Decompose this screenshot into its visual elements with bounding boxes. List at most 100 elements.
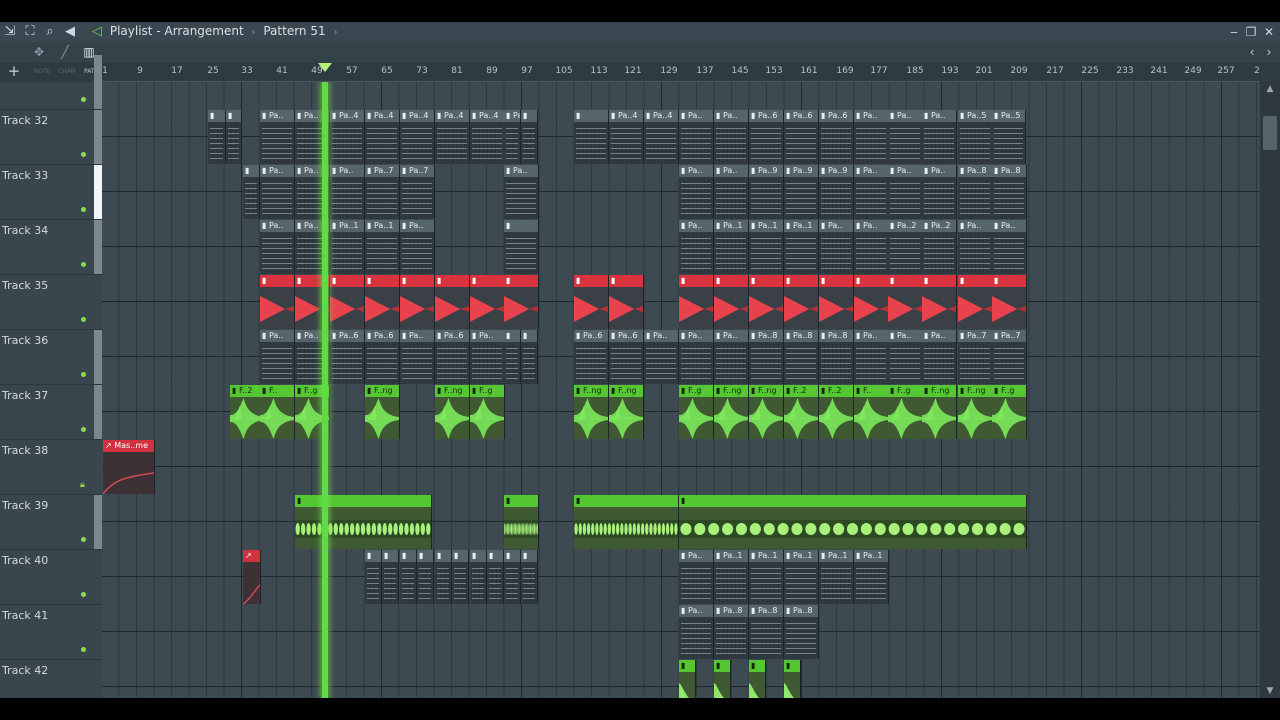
audio-clip[interactable]: ▮ xyxy=(749,660,766,698)
pattern-clip[interactable]: ▮ Pa..8 xyxy=(784,330,819,384)
pattern-clip[interactable]: ▮ Pa.. xyxy=(504,165,539,219)
play-icon[interactable]: ◁ xyxy=(92,24,102,39)
pattern-clip[interactable]: ▮ Pa..6 xyxy=(330,330,365,384)
scroll-up-icon[interactable]: ▲ xyxy=(1260,82,1280,96)
audio-clip[interactable]: ▮ F..g xyxy=(470,385,505,439)
audio-clip[interactable]: ▮ F..ng xyxy=(609,385,644,439)
timeline-ruler[interactable]: 1 9 17 25 33 41 49 57 65 73 81 89 97 105 113 121 129 137 1… xyxy=(102,62,1260,82)
pattern-clip[interactable]: ▮ Pa.. xyxy=(644,330,679,384)
pattern-clip[interactable]: ▮ Pa.. xyxy=(470,330,505,384)
track-header[interactable]: Track 41 xyxy=(0,605,102,660)
track-mute-led[interactable] xyxy=(81,537,86,542)
audio-clip[interactable]: ▮ xyxy=(714,275,749,329)
pattern-clip[interactable]: ▮ Pa.. xyxy=(714,165,749,219)
pattern-clip[interactable]: ▮ Pa.. xyxy=(679,330,714,384)
pattern-clip[interactable]: ▮ xyxy=(504,330,521,384)
pattern-clip[interactable]: ▮ Pa..6 xyxy=(365,330,400,384)
pattern-clip[interactable]: ▮ Pa..1 xyxy=(365,220,400,274)
audio-clip[interactable]: ▮ F..ng xyxy=(435,385,470,439)
audio-clip[interactable]: ▮ xyxy=(679,660,696,698)
pattern-clip[interactable]: ▮ Pa..8 xyxy=(749,330,784,384)
audio-clip[interactable]: ▮ xyxy=(888,275,923,329)
pattern-clip[interactable]: ▮ Pa..9 xyxy=(784,165,819,219)
audio-clip[interactable]: ▮ xyxy=(260,275,295,329)
pattern-clip[interactable]: ▮ Pa..8 xyxy=(992,165,1027,219)
audio-clip[interactable]: ▮ xyxy=(470,275,505,329)
pattern-clip[interactable]: ▮ Pa.. xyxy=(854,330,889,384)
pattern-clip[interactable]: ▮ Pa..2 xyxy=(922,220,957,274)
audio-clip[interactable]: ▮ xyxy=(714,660,731,698)
audio-clip[interactable]: ▮ xyxy=(504,275,539,329)
pattern-clip[interactable]: ▮ Pa..6 xyxy=(819,110,854,164)
playhead-marker[interactable] xyxy=(318,63,332,72)
pattern-clip[interactable]: ▮ Pa.. xyxy=(330,165,365,219)
track-mute-led[interactable] xyxy=(81,647,86,652)
track-header[interactable]: Track 34 xyxy=(0,220,102,275)
pattern-clip[interactable]: ▮ Pa..4 xyxy=(644,110,679,164)
pattern-clip[interactable]: ▮ xyxy=(417,550,434,604)
track-name[interactable]: Track 38 xyxy=(2,444,48,457)
pattern-clip[interactable]: ▮ Pa.. xyxy=(854,110,889,164)
track-mute-led[interactable] xyxy=(81,207,86,212)
track-level[interactable] xyxy=(94,110,102,164)
track-name[interactable]: Track 32 xyxy=(2,114,48,127)
pattern-clip[interactable]: ▮ Pa..1 xyxy=(784,220,819,274)
pattern-clip[interactable]: ▮ xyxy=(208,110,226,164)
track-name[interactable]: Track 33 xyxy=(2,169,48,182)
pattern-clip[interactable]: ▮ Pa..1 xyxy=(784,550,819,604)
audio-clip[interactable]: ▮ xyxy=(365,275,400,329)
pattern-clip[interactable]: ▮ Pa..1 xyxy=(714,550,749,604)
pattern-clip[interactable]: ▮ xyxy=(574,110,609,164)
lock-icon[interactable]: 🔒︎ xyxy=(80,481,89,490)
pattern-clip[interactable]: ▮ Pa..9 xyxy=(819,165,854,219)
pattern-clip[interactable]: ▮ Pa.. xyxy=(888,330,923,384)
track-name[interactable]: Track 39 xyxy=(2,499,48,512)
audio-clip[interactable]: ▮ F..g xyxy=(992,385,1027,439)
track-mute-led[interactable] xyxy=(81,372,86,377)
pattern-clip[interactable]: ▮ Pa..1 xyxy=(330,220,365,274)
zoom-icon[interactable]: ⌕ xyxy=(42,24,58,40)
pattern-clip[interactable]: ▮ Pa.. xyxy=(888,165,923,219)
audio-clip[interactable]: ▮ F..2 xyxy=(784,385,819,439)
track-header[interactable]: Track 35 xyxy=(0,275,102,330)
audio-clip[interactable]: ▮ xyxy=(330,275,365,329)
pattern-clip[interactable]: ▮ Pa..6 xyxy=(784,110,819,164)
pattern-clip[interactable]: ▮ Pa..1 xyxy=(749,220,784,274)
audio-clip[interactable]: ▮ xyxy=(679,275,714,329)
audio-clip[interactable]: ▮ xyxy=(854,275,889,329)
audio-clip[interactable]: ▮ F..ng xyxy=(922,385,957,439)
pattern-clip[interactable]: ▮ Pa.. xyxy=(400,330,435,384)
pattern-clip[interactable]: ▮ Pa..9 xyxy=(749,165,784,219)
track-header-partial[interactable] xyxy=(0,55,102,110)
track-header[interactable]: Track 32 xyxy=(0,110,102,165)
audio-clip[interactable]: ▮ xyxy=(784,275,819,329)
pattern-clip[interactable]: ▮ Pa..1 xyxy=(714,220,749,274)
pattern-clip[interactable]: ▮ Pa.. xyxy=(260,220,295,274)
pattern-clip[interactable]: ▮ Pa..4 xyxy=(470,110,505,164)
audio-clip[interactable]: ▮ xyxy=(435,275,470,329)
track-level[interactable] xyxy=(94,165,102,219)
automation-clip[interactable]: ↗ Mas..me xyxy=(103,440,155,494)
scrollbar-thumb[interactable] xyxy=(1263,116,1277,150)
pattern-clip[interactable]: ▮ xyxy=(521,110,538,164)
track-name[interactable]: Track 41 xyxy=(2,609,48,622)
scroll-down-icon[interactable]: ▼ xyxy=(1260,684,1280,698)
close-button[interactable]: ✕ xyxy=(1261,24,1277,40)
audio-clip[interactable]: ▮ F..ng xyxy=(958,385,993,439)
pattern-clip[interactable]: ▮ Pa.. xyxy=(958,220,993,274)
audio-clip[interactable]: ▮ xyxy=(749,275,784,329)
track-mute-led[interactable] xyxy=(81,262,86,267)
pattern-clip[interactable]: ▮ Pa.. xyxy=(504,110,521,164)
audio-clip[interactable]: ▮ xyxy=(609,275,644,329)
pattern-clip[interactable]: ▮ Pa..7 xyxy=(400,165,435,219)
vertical-scrollbar[interactable]: ▲ ▼ xyxy=(1260,82,1280,698)
track-level[interactable] xyxy=(94,495,102,549)
scroll-right-icon[interactable]: › xyxy=(1261,44,1277,60)
track-header[interactable]: Track 33 xyxy=(0,165,102,220)
snap-icon[interactable]: ⇲ xyxy=(2,24,18,40)
pattern-clip[interactable]: ▮ Pa.. xyxy=(260,165,295,219)
title-part-arrangement[interactable]: Arrangement xyxy=(164,24,243,38)
pattern-clip[interactable]: ▮ Pa..8 xyxy=(819,330,854,384)
track-header[interactable]: Track 36 xyxy=(0,330,102,385)
audio-clip[interactable]: ▮ xyxy=(819,275,854,329)
